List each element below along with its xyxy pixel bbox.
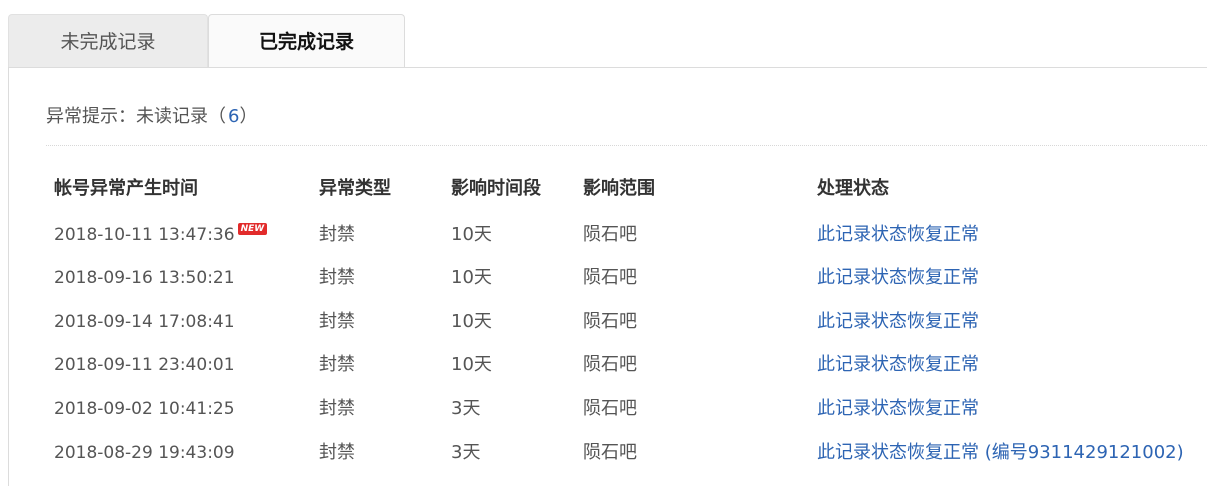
cell-type: 封禁	[319, 442, 355, 463]
cell-duration: 3天	[451, 442, 481, 463]
cell-duration: 10天	[451, 354, 492, 375]
status-link[interactable]: 此记录状态恢复正常	[817, 394, 979, 424]
new-badge: NEW	[237, 223, 268, 235]
time-text: 2018-10-11 13:47:36	[54, 225, 235, 245]
cell-time: 2018-10-11 13:47:36 NEW	[54, 220, 268, 250]
cell-type: 封禁	[319, 354, 355, 375]
cell-time: 2018-09-02 10:41:25	[54, 394, 235, 424]
table-row: 2018-09-14 17:08:41 封禁 10天 陨石吧 此记录状态恢复正常	[0, 307, 1207, 347]
header-type: 异常类型	[319, 178, 391, 199]
record-tabs: 未完成记录 已完成记录	[8, 14, 1207, 68]
cell-duration: 10天	[451, 267, 492, 288]
cell-type: 封禁	[319, 267, 355, 288]
header-time: 帐号异常产生时间	[54, 178, 198, 199]
cell-scope: 陨石吧	[583, 354, 637, 375]
table-row: 2018-08-29 19:43:09 封禁 3天 陨石吧 此记录状态恢复正常 (编号9…	[0, 438, 1207, 478]
cell-scope: 陨石吧	[583, 311, 637, 332]
cell-time: 2018-09-16 13:50:21	[54, 263, 235, 293]
cell-time: 2018-09-14 17:08:41	[54, 307, 235, 337]
status-link[interactable]: 此记录状态恢复正常	[817, 307, 979, 337]
time-text: 2018-09-11 23:40:01	[54, 355, 235, 375]
tab-incomplete-records[interactable]: 未完成记录	[8, 14, 208, 68]
status-link[interactable]: 此记录状态恢复正常	[817, 350, 979, 380]
status-link[interactable]: 此记录状态恢复正常	[817, 263, 979, 293]
notice-prefix: 异常提示：未读记录（	[46, 106, 226, 127]
notice-suffix: ）	[239, 106, 258, 127]
table-row: 2018-09-02 10:41:25 封禁 3天 陨石吧 此记录状态恢复正常	[0, 394, 1207, 434]
cell-time: 2018-09-11 23:40:01	[54, 350, 235, 380]
cell-scope: 陨石吧	[583, 267, 637, 288]
time-text: 2018-09-14 17:08:41	[54, 312, 235, 332]
cell-time: 2018-08-29 19:43:09	[54, 438, 235, 468]
cell-scope: 陨石吧	[583, 224, 637, 245]
table-row: 2018-09-11 23:40:01 封禁 10天 陨石吧 此记录状态恢复正常	[0, 350, 1207, 390]
cell-scope: 陨石吧	[583, 398, 637, 419]
unread-count-link[interactable]: 6	[228, 106, 239, 127]
cell-duration: 10天	[451, 311, 492, 332]
header-duration: 影响时间段	[451, 178, 541, 199]
cell-type: 封禁	[319, 224, 355, 245]
time-text: 2018-09-16 13:50:21	[54, 268, 235, 288]
table-row: 2018-09-16 13:50:21 封禁 10天 陨石吧 此记录状态恢复正常	[0, 263, 1207, 303]
status-link[interactable]: 此记录状态恢复正常 (编号9311429121002)	[817, 438, 1184, 468]
cell-duration: 3天	[451, 398, 481, 419]
table-row: 2018-10-11 13:47:36 NEW 封禁 10天 陨石吧 此记录状态恢复正常	[0, 220, 1207, 260]
cell-type: 封禁	[319, 311, 355, 332]
tab-completed-records[interactable]: 已完成记录	[208, 14, 405, 68]
cell-type: 封禁	[319, 398, 355, 419]
header-scope: 影响范围	[583, 178, 655, 199]
time-text: 2018-09-02 10:41:25	[54, 399, 235, 419]
divider	[46, 145, 1207, 146]
cell-scope: 陨石吧	[583, 442, 637, 463]
abnormal-notice: 异常提示：未读记录（ 6）	[46, 102, 257, 128]
header-status: 处理状态	[817, 178, 889, 199]
time-text: 2018-08-29 19:43:09	[54, 443, 235, 463]
cell-duration: 10天	[451, 224, 492, 245]
table-header: 帐号异常产生时间 异常类型 影响时间段 影响范围 处理状态	[0, 174, 1207, 214]
status-link[interactable]: 此记录状态恢复正常	[817, 220, 979, 250]
